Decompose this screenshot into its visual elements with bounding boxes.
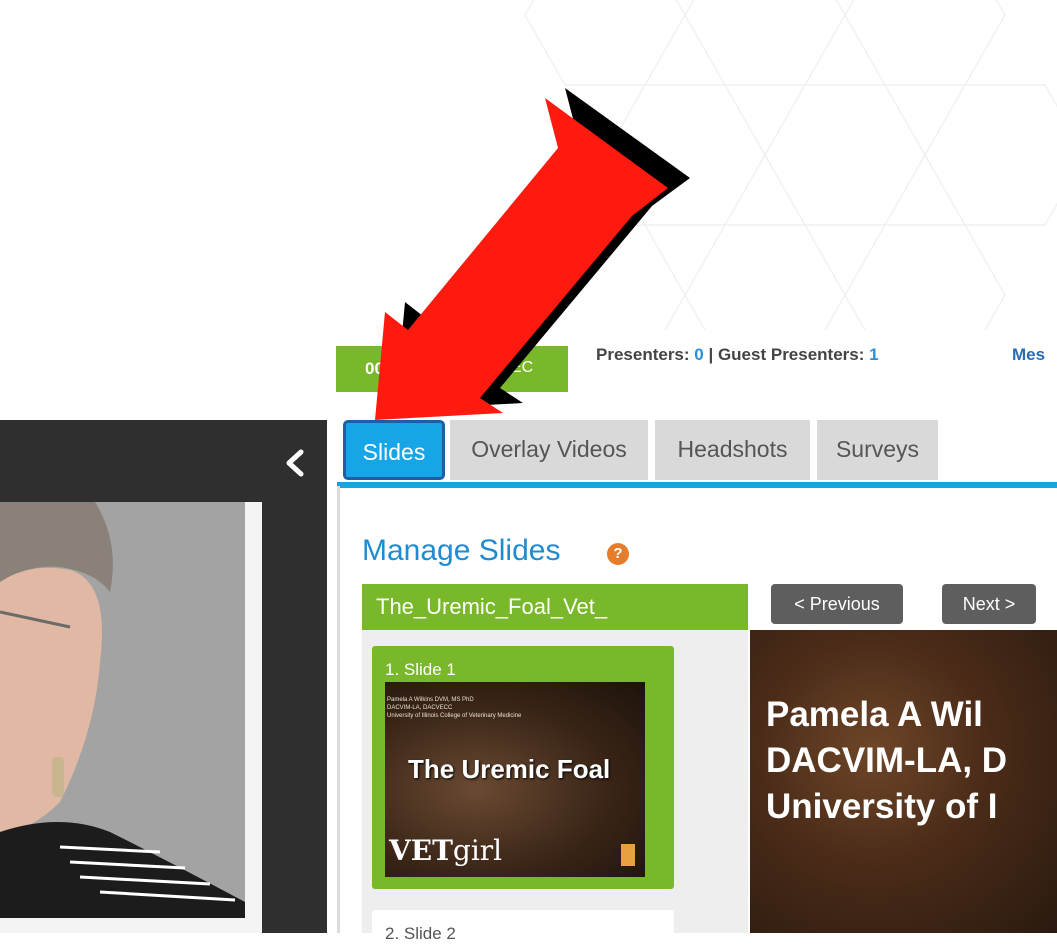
tab-headshots-label: Headshots: [677, 436, 788, 462]
thumbnail-title: The Uremic Foal: [408, 754, 611, 784]
previous-button[interactable]: < Previous: [771, 584, 903, 624]
slide-deck-name: The_Uremic_Foal_Vet_: [376, 594, 608, 619]
guest-presenters-label: | Guest Presenters:: [703, 345, 870, 364]
preview-line: Pamela A Wil: [766, 695, 983, 734]
slide-deck-name-bar: The_Uremic_Foal_Vet_: [362, 584, 748, 630]
slide-label: 1. Slide 1: [385, 660, 456, 679]
tab-slides-label: Slides: [362, 439, 426, 465]
help-icon[interactable]: ?: [607, 543, 629, 565]
tab-underline: [337, 482, 1057, 488]
thumbnail-author-line: DACVIM-LA, DACVECC: [387, 705, 453, 711]
tab-surveys[interactable]: Surveys: [817, 420, 938, 480]
slide-preview: Pamela A Wil DACVIM-LA, D University of …: [750, 630, 1057, 933]
thumbnail-author-line: University of Illinois College of Veteri…: [387, 713, 522, 719]
next-button[interactable]: Next >: [942, 584, 1036, 624]
slide-thumbnail-image[interactable]: Pamela A Wilkins DVM, MS PhD DACVIM-LA, …: [385, 682, 645, 877]
content-border: [337, 486, 340, 933]
slide-thumbnail[interactable]: 2. Slide 2: [372, 910, 674, 950]
page-title: Manage Slides: [362, 534, 561, 567]
vetgirl-logo: VETgirl: [389, 834, 502, 867]
red-arrow-annotation: [375, 88, 690, 420]
guest-presenters-number: 1: [869, 345, 879, 364]
thumbnail-badge: [621, 844, 635, 866]
tab-overlay-videos-label: Overlay Videos: [471, 436, 627, 462]
preview-line: DACVIM-LA, D: [766, 741, 1008, 780]
preview-line: University of I: [766, 787, 998, 826]
thumbnail-author-line: Pamela A Wilkins DVM, MS PhD: [387, 697, 474, 703]
logo-rest: girl: [452, 834, 503, 867]
slide-label: 2. Slide 2: [385, 924, 456, 943]
tab-surveys-label: Surveys: [835, 436, 920, 462]
thumbnail-author-text: Pamela A Wilkins DVM, MS PhD DACVIM-LA, …: [385, 696, 567, 720]
headshot-photo: [0, 502, 245, 918]
logo-bold: VET: [389, 834, 453, 867]
messages-link[interactable]: Mes: [1012, 345, 1045, 365]
chevron-left-icon[interactable]: [283, 448, 307, 478]
